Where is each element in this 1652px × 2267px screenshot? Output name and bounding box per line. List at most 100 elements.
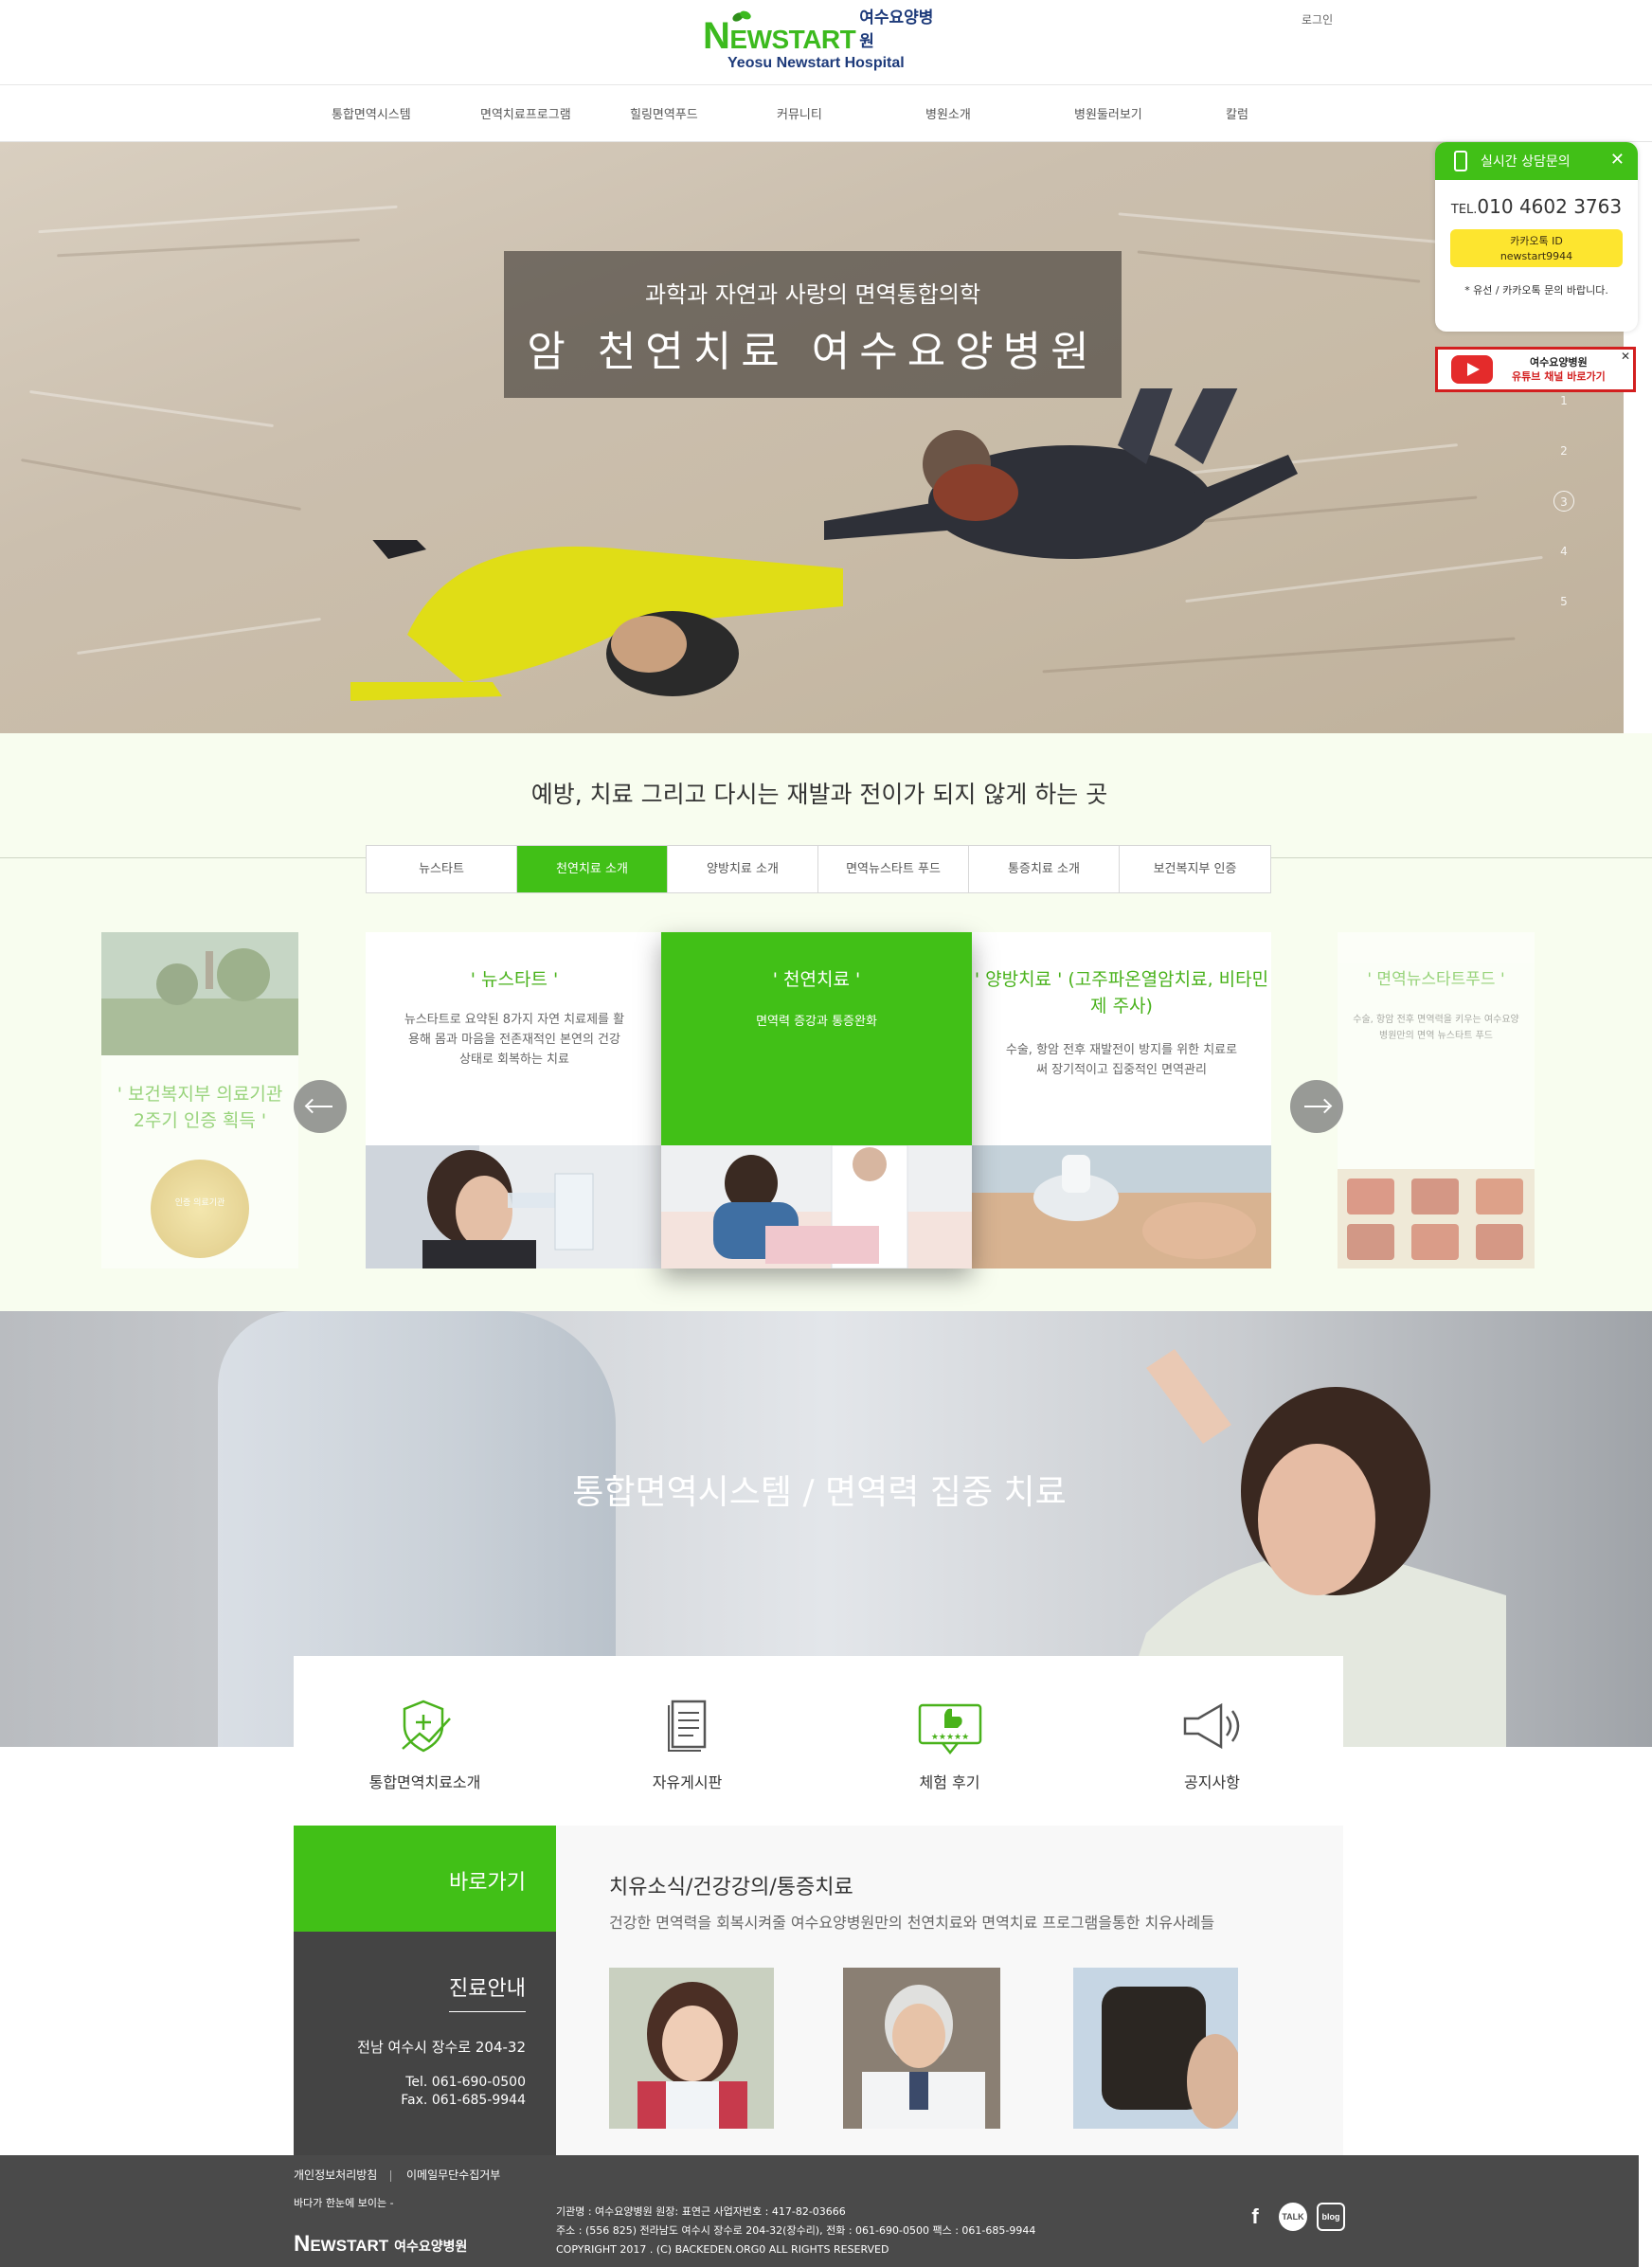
consult-phone[interactable]: TEL.010 4602 3763 [1435,195,1638,218]
slide-dot-1[interactable]: 1 [1553,390,1574,411]
nav-hospital-intro[interactable]: 병원소개 [925,104,971,122]
live-consult-widget: 실시간 상담문의 ✕ TEL.010 4602 3763 카카오톡 ID new… [1435,142,1638,332]
tab-ministry-certification[interactable]: 보건복지부 인증 [1120,846,1270,892]
card-certification-title: ' 보건복지부 의료기관 2주기 인증 획득 ' [117,1084,283,1131]
tab-newstart[interactable]: 뉴스타트 [367,846,517,892]
news-title[interactable]: 치유소식/건강강의/통증치료 [609,1870,853,1900]
clinic-address: 전남 여수시 장수로 204-32 [357,2039,526,2056]
thumbs-up-review-icon: ★★★★★ [918,1703,981,1755]
youtube-banner-close-icon[interactable]: ✕ [1621,350,1630,363]
youtube-banner-line1: 여수요양병원 [1530,356,1588,369]
certification-badge-icon: 인증 의료기관 [151,1160,249,1258]
document-icon [667,1700,706,1752]
site-logo[interactable]: NEWSTART 여수요양병원 Yeosu Newstart Hospital [703,9,940,80]
footer-email-policy-link[interactable]: 이메일무단수집거부 [406,2168,500,2182]
youtube-channel-banner[interactable]: 여수요양병원 유튜브 채널 바로가기 ✕ [1435,347,1636,392]
clinic-fax: Fax. 061-685-9944 [401,2093,526,2108]
nav-hospital-tour[interactable]: 병원둘러보기 [1074,104,1142,122]
slide-dot-4[interactable]: 4 [1553,541,1574,562]
news-thumb-1[interactable] [609,1968,774,2129]
card-natural-desc: 면역력 증강과 통증완화 [756,1015,877,1029]
tab-immune-food[interactable]: 면역뉴스타트 푸드 [818,846,969,892]
quick-icon-menu: 통합면역치료소개 자유게시판 ★★★★★ 체험 후기 공지사항 [294,1656,1343,1803]
quick-links-box[interactable]: 바로가기 [294,1826,556,1932]
hero-slider: 과학과 자연과 사랑의 면역통합의학 암 천연치료 여수요양병원 1 2 3 4… [0,142,1624,733]
icon-label-reviews: 체험 후기 [919,1773,980,1791]
card-certification-image [101,932,298,1055]
card-western-image [972,1145,1271,1268]
card-natural-treatment[interactable]: ' 천연치료 ' 면역력 증강과 통증완화 [661,932,972,1268]
nav-community[interactable]: 커뮤니티 [777,104,822,122]
blog-icon[interactable]: blog [1317,2203,1345,2231]
clinic-info-box: 진료안내 전남 여수시 장수로 204-32 Tel. 061-690-0500… [294,1932,556,2155]
consult-note: * 유선 / 카카오톡 문의 바랍니다. [1464,284,1608,297]
tab-pain-treatment[interactable]: 통증치료 소개 [969,846,1120,892]
nav-healing-food[interactable]: 힐링면역푸드 [630,104,698,122]
slide-dot-5[interactable]: 5 [1553,591,1574,612]
site-footer: 개인정보처리방침 이메일무단수집거부 바다가 한눈에 보이는 - NEWSTAR… [0,2155,1639,2267]
clinic-tel: Tel. 061-690-0500 [405,2075,526,2090]
consult-header: 실시간 상담문의 ✕ [1435,142,1638,180]
logo-korean-name: 여수요양병원 [859,9,934,51]
card-natural-title: ' 천연치료 ' [772,969,861,990]
consult-title: 실시간 상담문의 [1481,154,1571,170]
card-western-desc: 수술, 항암 전후 재발전이 방지를 위한 치료로써 장기적이고 집중적인 면역… [1005,1043,1238,1077]
leaf-icon [732,10,751,22]
carousel-next-arrow-icon[interactable] [1290,1080,1343,1133]
consult-close-icon[interactable]: ✕ [1610,150,1625,170]
news-thumb-3[interactable] [1073,1968,1238,2129]
icon-menu-free-board[interactable]: 자유게시판 [556,1656,818,1803]
news-thumb-2[interactable] [843,1968,1000,2129]
logo-brand: NEWSTART [703,15,856,57]
facebook-icon[interactable]: f [1241,2203,1269,2231]
svg-text:★★★★★: ★★★★★ [930,1733,968,1742]
kakao-id-badge[interactable]: 카카오톡 ID newstart9944 [1450,229,1623,267]
tab-western-treatment[interactable]: 양방치료 소개 [668,846,818,892]
footer-company-info: 기관명 : 여수요양병원 원장: 표연근 사업자번호 : 417-82-0366… [556,2205,1036,2256]
slide-dot-3-active[interactable]: 3 [1553,491,1574,512]
kakao-talk-icon[interactable]: TALK [1279,2203,1307,2231]
card-western-title: ' 양방치료 ' (고주파온열암치료, 비타민제 주사) [974,969,1269,1017]
footer-logo: NEWSTART 여수요양병원 [294,2231,468,2257]
hero-person-yellow-jacket [350,540,843,701]
footer-separator [390,2169,392,2182]
clinic-heading: 진료안내 [449,1971,526,2012]
tab-natural-treatment[interactable]: 천연치료 소개 [517,846,668,892]
carousel-prev-arrow-icon[interactable] [294,1080,347,1133]
slide-dot-2[interactable]: 2 [1553,441,1574,461]
card-food-desc: 수술, 항암 전후 면역력을 키우는 여수요양병원만의 면역 뉴스타트 푸드 [1353,1015,1519,1041]
youtube-play-icon [1451,355,1493,384]
card-food-title: ' 면역뉴스타트푸드 ' [1367,970,1505,989]
healing-news-box: 치유소식/건강강의/통증치료 건강한 면역력을 회복시켜줄 여수요양병원만의 천… [556,1826,1343,2155]
icon-menu-integrated-immune[interactable]: 통합면역치료소개 [294,1656,556,1803]
card-certification[interactable]: ' 보건복지부 의료기관 2주기 인증 획득 ' 인증 의료기관 [101,932,298,1268]
card-newstart-desc: 뉴스타트로 요약된 8가지 자연 치료제를 활용해 몸과 마음을 전존재적인 본… [404,1013,625,1067]
nav-immune-program[interactable]: 면역치료프로그램 [480,104,571,122]
site-header: NEWSTART 여수요양병원 Yeosu Newstart Hospital … [0,0,1652,85]
card-immune-food[interactable]: ' 면역뉴스타트푸드 ' 수술, 항암 전후 면역력을 키우는 여수요양병원만의… [1338,932,1535,1268]
nav-column[interactable]: 칼럼 [1226,104,1248,122]
login-link[interactable]: 로그인 [1302,11,1333,27]
card-newstart[interactable]: ' 뉴스타트 ' 뉴스타트로 요약된 8가지 자연 치료제를 활용해 몸과 마음… [366,932,663,1268]
card-newstart-image [366,1145,663,1268]
icon-menu-notice[interactable]: 공지사항 [1081,1656,1343,1803]
shield-cross-icon [401,1700,451,1753]
youtube-banner-line2: 유튜브 채널 바로가기 [1512,370,1606,383]
hero-title: 암 천연치료 여수요양병원 [527,328,1099,376]
card-western-treatment[interactable]: ' 양방치료 ' (고주파온열암치료, 비타민제 주사) 수술, 항암 전후 재… [972,932,1271,1268]
icon-label-free-board: 자유게시판 [652,1773,723,1791]
footer-slogan: 바다가 한눈에 보이는 - [294,2197,394,2209]
card-newstart-title: ' 뉴스타트 ' [470,969,559,990]
treatment-intro-section: 예방, 치료 그리고 다시는 재발과 전이가 되지 않게 하는 곳 뉴스타트 천… [0,733,1652,1311]
mobile-phone-icon [1454,151,1467,171]
news-desc: 건강한 면역력을 회복시켜줄 여수요양병원만의 천연치료와 면역치료 프로그램을… [609,1914,1215,1932]
hero-subtitle: 과학과 자연과 사랑의 면역통합의학 [644,281,981,308]
main-nav: 통합면역시스템 면역치료프로그램 힐링면역푸드 커뮤니티 병원소개 병원둘러보기… [0,85,1652,142]
footer-privacy-link[interactable]: 개인정보처리방침 [294,2168,377,2182]
hero-slide-pager: 1 2 3 4 5 [1553,390,1582,641]
nav-integrated-immune-system[interactable]: 통합면역시스템 [332,104,411,122]
icon-menu-reviews[interactable]: ★★★★★ 체험 후기 [818,1656,1081,1803]
hero-caption-box: 과학과 자연과 사랑의 면역통합의학 암 천연치료 여수요양병원 [504,251,1122,398]
card-natural-image [661,1145,972,1268]
section3-headline: 통합면역시스템 / 면역력 집중 치료 [572,1473,1067,1512]
